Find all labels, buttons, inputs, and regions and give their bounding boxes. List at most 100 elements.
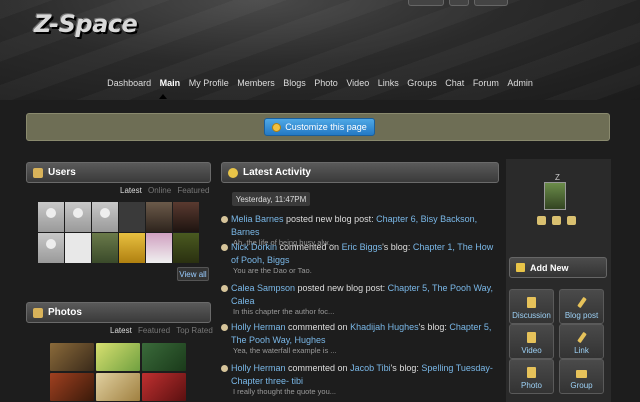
- photos-tab-top-rated[interactable]: Top Rated: [176, 326, 212, 335]
- customize-button[interactable]: Customize this page: [264, 118, 375, 136]
- tile-label: Video: [521, 346, 542, 355]
- avatar[interactable]: [544, 182, 566, 210]
- add-link-button[interactable]: Link: [559, 324, 604, 359]
- activity-target-link[interactable]: Eric Biggs: [342, 242, 383, 252]
- activity-verb: commented on: [285, 363, 351, 373]
- tile-label: Discussion: [512, 311, 551, 320]
- clock-icon: [228, 167, 238, 178]
- user-thumb[interactable]: [38, 233, 64, 263]
- activity-item: Calea Sampson posted new blog post: Chap…: [221, 282, 503, 317]
- activity-bullet: [221, 324, 228, 331]
- user-thumb[interactable]: [173, 202, 199, 232]
- photos-header: Photos: [26, 302, 211, 323]
- main-nav: Dashboard Main My Profile Members Blogs …: [0, 78, 640, 88]
- user-thumb[interactable]: [65, 233, 91, 263]
- user-thumb[interactable]: [92, 202, 118, 232]
- activity-title: Latest Activity: [243, 167, 311, 178]
- group-icon: [576, 370, 587, 378]
- top-tab-1[interactable]: [408, 0, 444, 6]
- photo-thumb[interactable]: [50, 343, 94, 371]
- customize-bar: Customize this page: [26, 113, 610, 141]
- nav-main[interactable]: Main: [160, 78, 181, 88]
- photo-thumb[interactable]: [50, 373, 94, 401]
- activity-user-link[interactable]: Holly Herman: [231, 363, 286, 373]
- nav-links[interactable]: Links: [378, 78, 399, 88]
- activity-user-link[interactable]: Calea Sampson: [231, 283, 295, 293]
- user-thumb[interactable]: [173, 233, 199, 263]
- nav-my-profile[interactable]: My Profile: [189, 78, 229, 88]
- photo-thumb[interactable]: [96, 373, 140, 401]
- nav-chat[interactable]: Chat: [445, 78, 464, 88]
- user-thumb[interactable]: [119, 233, 145, 263]
- activity-target-link[interactable]: Khadijah Hughes: [350, 322, 419, 332]
- tile-label: Blog post: [564, 311, 599, 320]
- activity-verb: commented on: [277, 242, 342, 252]
- active-nav-indicator: [159, 94, 167, 99]
- photo-thumb[interactable]: [142, 373, 186, 401]
- nav-forum[interactable]: Forum: [473, 78, 499, 88]
- top-tab-3[interactable]: [474, 0, 508, 6]
- nav-blogs[interactable]: Blogs: [283, 78, 306, 88]
- activity-item: Holly Herman commented on Khadijah Hughe…: [221, 321, 503, 356]
- user-thumb[interactable]: [65, 202, 91, 232]
- activity-verb: posted new blog post:: [295, 283, 388, 293]
- tile-label: Link: [574, 346, 589, 355]
- user-thumb[interactable]: [146, 202, 172, 232]
- photo-icon: [527, 367, 536, 378]
- activity-bullet: [221, 216, 228, 223]
- user-thumb[interactable]: [38, 202, 64, 232]
- top-tab-buttons: [408, 0, 508, 6]
- activity-user-link[interactable]: Holly Herman: [231, 322, 286, 332]
- activity-verb: posted new blog post:: [283, 214, 377, 224]
- tile-label: Photo: [521, 381, 542, 390]
- activity-mid: 's blog:: [418, 322, 450, 332]
- nav-groups[interactable]: Groups: [407, 78, 437, 88]
- activity-mid: 's blog:: [382, 242, 413, 252]
- add-blog-post-button[interactable]: Blog post: [559, 289, 604, 324]
- users-tabs: Latest Online Featured: [116, 186, 209, 195]
- users-header: Users: [26, 162, 211, 183]
- add-video-button[interactable]: Video: [509, 324, 554, 359]
- activity-user-link[interactable]: Nick Dorkin: [231, 242, 277, 252]
- add-discussion-button[interactable]: Discussion: [509, 289, 554, 324]
- activity-bullet: [221, 285, 228, 292]
- add-group-button[interactable]: Group: [559, 359, 604, 394]
- activity-target-link[interactable]: Jacob Tibi: [350, 363, 391, 373]
- activity-quote: I really thought the quote you...: [233, 387, 336, 396]
- activity-header: Latest Activity: [221, 162, 499, 183]
- add-photo-button[interactable]: Photo: [509, 359, 554, 394]
- view-all-users-button[interactable]: View all: [177, 267, 209, 281]
- activity-item: Nick Dorkin commented on Eric Biggs's bl…: [221, 241, 503, 276]
- mail-icon[interactable]: [552, 216, 561, 225]
- nav-video[interactable]: Video: [346, 78, 369, 88]
- photos-tab-featured[interactable]: Featured: [138, 326, 170, 335]
- users-tab-latest[interactable]: Latest: [120, 186, 142, 195]
- profile-name: Z: [555, 173, 560, 182]
- friends-icon[interactable]: [567, 216, 576, 225]
- nav-admin[interactable]: Admin: [507, 78, 533, 88]
- add-new-button[interactable]: Add New: [509, 257, 607, 278]
- photos-tabs: Latest Featured Top Rated: [106, 326, 213, 335]
- home-icon[interactable]: [537, 216, 546, 225]
- user-thumb[interactable]: [146, 233, 172, 263]
- nav-members[interactable]: Members: [237, 78, 275, 88]
- nav-dashboard[interactable]: Dashboard: [107, 78, 151, 88]
- user-thumb[interactable]: [119, 202, 145, 232]
- photos-tab-latest[interactable]: Latest: [110, 326, 132, 335]
- activity-user-link[interactable]: Melia Barnes: [231, 214, 284, 224]
- activity-quote: You are the Dao or Tao.: [233, 266, 312, 275]
- user-thumb[interactable]: [92, 233, 118, 263]
- activity-bullet: [221, 365, 228, 372]
- photo-thumb[interactable]: [96, 343, 140, 371]
- video-icon: [527, 332, 536, 343]
- site-logo[interactable]: Z-Space: [34, 10, 138, 38]
- users-tab-online[interactable]: Online: [148, 186, 171, 195]
- gear-icon: [272, 122, 282, 132]
- activity-bullet: [221, 244, 228, 251]
- activity-quote: In this chapter the author foc...: [233, 307, 335, 316]
- photo-thumb[interactable]: [142, 343, 186, 371]
- nav-photo[interactable]: Photo: [314, 78, 338, 88]
- top-tab-2[interactable]: [449, 0, 469, 6]
- users-tab-featured[interactable]: Featured: [177, 186, 209, 195]
- plus-icon: [516, 263, 525, 272]
